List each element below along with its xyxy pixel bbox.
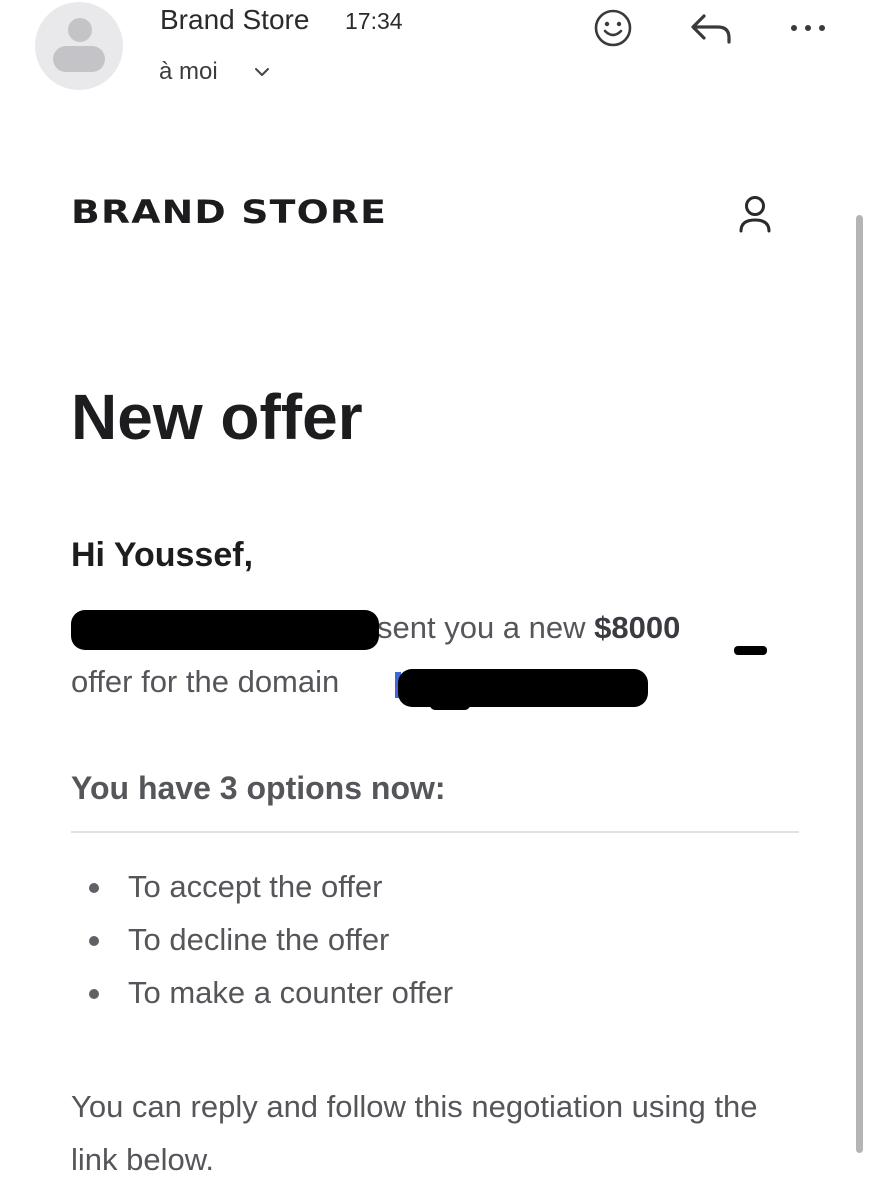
option-label: To make a counter offer (128, 975, 454, 1010)
option-label: To accept the offer (128, 869, 383, 904)
emoji-icon[interactable] (593, 8, 633, 48)
account-icon[interactable] (733, 193, 777, 237)
offer-text-domain: offer for the domain (71, 664, 340, 699)
bullet-icon (89, 883, 99, 893)
footer-text: You can reply and follow this negotiatio… (71, 1089, 758, 1177)
sender-avatar[interactable] (35, 2, 123, 90)
avatar-body-icon (53, 46, 105, 72)
offer-text-line-2: offer for the domain (71, 664, 339, 700)
reply-icon[interactable] (688, 8, 734, 48)
message-time: 17:34 (345, 8, 403, 34)
chevron-down-icon[interactable] (253, 63, 271, 81)
redaction-mark (734, 646, 767, 655)
sender-name[interactable]: Brand Store (160, 4, 309, 36)
avatar-head-icon (68, 18, 92, 42)
options-heading: You have 3 options now: (71, 770, 446, 806)
redaction-sender (71, 610, 379, 650)
bullet-icon (89, 936, 99, 946)
offer-text-start: sent you a new (377, 610, 595, 645)
greeting: Hi Youssef, (71, 536, 254, 574)
list-item: To decline the offer (71, 919, 453, 972)
bullet-icon (89, 989, 99, 999)
recipient-label[interactable]: à moi (159, 58, 218, 86)
brand-logo: BRAND STORE (71, 193, 388, 231)
divider (71, 831, 799, 833)
redaction-domain-tail (430, 700, 470, 710)
offer-amount: $8000 (594, 610, 681, 645)
list-item: To accept the offer (71, 866, 453, 919)
more-icon[interactable] (788, 8, 828, 48)
option-label: To decline the offer (128, 922, 390, 957)
email-screen: Brand Store 17:34 à moi BRAND STORE New … (0, 0, 870, 1200)
page-title: New offer (71, 381, 363, 453)
options-list: To accept the offer To decline the offer… (71, 866, 453, 1025)
scrollbar[interactable] (856, 215, 863, 1153)
list-item: To make a counter offer (71, 972, 453, 1025)
